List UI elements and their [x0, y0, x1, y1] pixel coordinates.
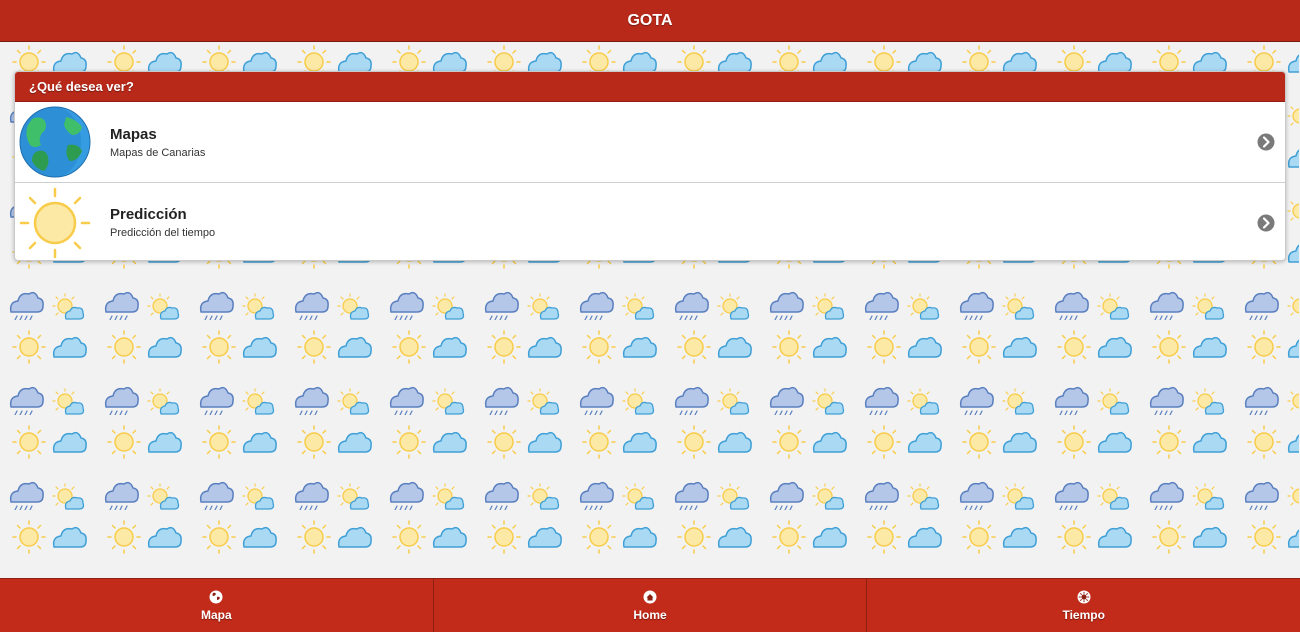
tab-label: Tiempo [1062, 607, 1105, 622]
menu-card-title: ¿Qué desea ver? [29, 79, 134, 94]
menu-item-mapas[interactable]: Mapas Mapas de Canarias [15, 102, 1285, 182]
menu-item-subtitle: Mapas de Canarias [110, 146, 206, 159]
sun-icon [1077, 590, 1091, 603]
menu-card: ¿Qué desea ver? Mapas Mapas de Canarias [14, 71, 1286, 261]
menu-card-header: ¿Qué desea ver? [15, 72, 1285, 102]
home-icon [643, 590, 657, 603]
tab-label: Home [633, 607, 667, 622]
app-header: GOTA [0, 0, 1300, 42]
menu-item-prediccion[interactable]: Predicción Predicción del tiempo [15, 182, 1285, 261]
tab-label: Mapa [200, 607, 232, 622]
tab-mapa[interactable]: Mapa [0, 579, 434, 632]
globe-icon [209, 590, 223, 603]
menu-item-title: Predicción [110, 206, 187, 223]
footer-navbar: Mapa Home Tiempo [0, 578, 1300, 632]
chevron-right-icon [1257, 133, 1275, 151]
tab-home[interactable]: Home [434, 579, 868, 632]
menu-item-title: Mapas [110, 125, 157, 143]
globe-icon [15, 102, 95, 182]
chevron-right-icon [1257, 214, 1275, 231]
tab-tiempo[interactable]: Tiempo [867, 579, 1300, 632]
app-title: GOTA [627, 11, 673, 29]
sun-icon [15, 183, 95, 261]
menu-item-subtitle: Predicción del tiempo [110, 227, 216, 239]
